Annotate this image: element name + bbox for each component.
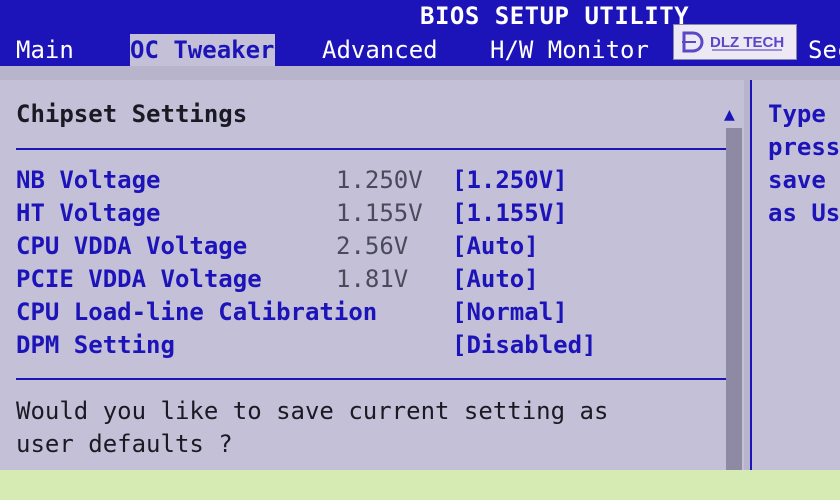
help-line: save [768, 166, 826, 194]
help-line: as Us [768, 199, 840, 227]
panel-title: Chipset Settings [16, 100, 248, 128]
setting-row-cpu-vdda-voltage[interactable]: CPU VDDA Voltage 2.56V [Auto] [0, 232, 740, 265]
setting-label: CPU VDDA Voltage [16, 232, 248, 260]
setting-row-pcie-vdda-voltage[interactable]: PCIE VDDA Voltage 1.81V [Auto] [0, 265, 740, 298]
window-title: BIOS SETUP UTILITY [420, 2, 690, 30]
watermark-underline [712, 49, 782, 51]
tab-security[interactable]: Sec [808, 34, 840, 66]
setting-row-load-line-calibration[interactable]: CPU Load-line Calibration [Normal] [0, 298, 740, 331]
setting-value[interactable]: [1.250V] [452, 166, 568, 194]
prompt-line-2: user defaults ? [16, 430, 233, 458]
setting-label: NB Voltage [16, 166, 161, 194]
setting-label: HT Voltage [16, 199, 161, 227]
help-line: press [768, 133, 840, 161]
divider-bottom [16, 378, 726, 380]
setting-row-ht-voltage[interactable]: HT Voltage 1.155V [1.155V] [0, 199, 740, 232]
setting-current-value: 1.81V [336, 265, 409, 293]
setting-value[interactable]: [1.155V] [452, 199, 568, 227]
tab-oc-tweaker[interactable]: OC Tweaker [130, 34, 275, 66]
bottom-strip [0, 470, 840, 500]
arrow-up-icon[interactable]: ▲ [724, 104, 735, 125]
setting-value[interactable]: [Disabled] [452, 331, 597, 359]
setting-label: CPU Load-line Calibration [16, 298, 378, 326]
prompt-line-1: Would you like to save current setting a… [16, 397, 609, 425]
setting-current-value: 1.250V [336, 166, 423, 194]
watermark-brand: DLZ TECH [710, 33, 785, 51]
tab-advanced[interactable]: Advanced [322, 34, 438, 66]
setting-value[interactable]: [Auto] [452, 232, 539, 260]
tab-hw-monitor[interactable]: H/W Monitor [490, 34, 649, 66]
scrollbar[interactable] [726, 128, 742, 470]
watermark: DLZ TECH [673, 24, 797, 60]
setting-label: DPM Setting [16, 331, 175, 359]
setting-current-value: 1.155V [336, 199, 423, 227]
tab-main[interactable]: Main [16, 34, 74, 66]
setting-row-dpm-setting[interactable]: DPM Setting [Disabled] [0, 331, 740, 364]
help-line: Type [768, 100, 826, 128]
setting-label: PCIE VDDA Voltage [16, 265, 262, 293]
setting-value[interactable]: [Normal] [452, 298, 568, 326]
setting-current-value: 2.56V [336, 232, 409, 260]
setting-value[interactable]: [Auto] [452, 265, 539, 293]
setting-row-nb-voltage[interactable]: NB Voltage 1.250V [1.250V] [0, 166, 740, 199]
dlz-logo-icon [682, 31, 704, 53]
divider-top [16, 148, 726, 150]
